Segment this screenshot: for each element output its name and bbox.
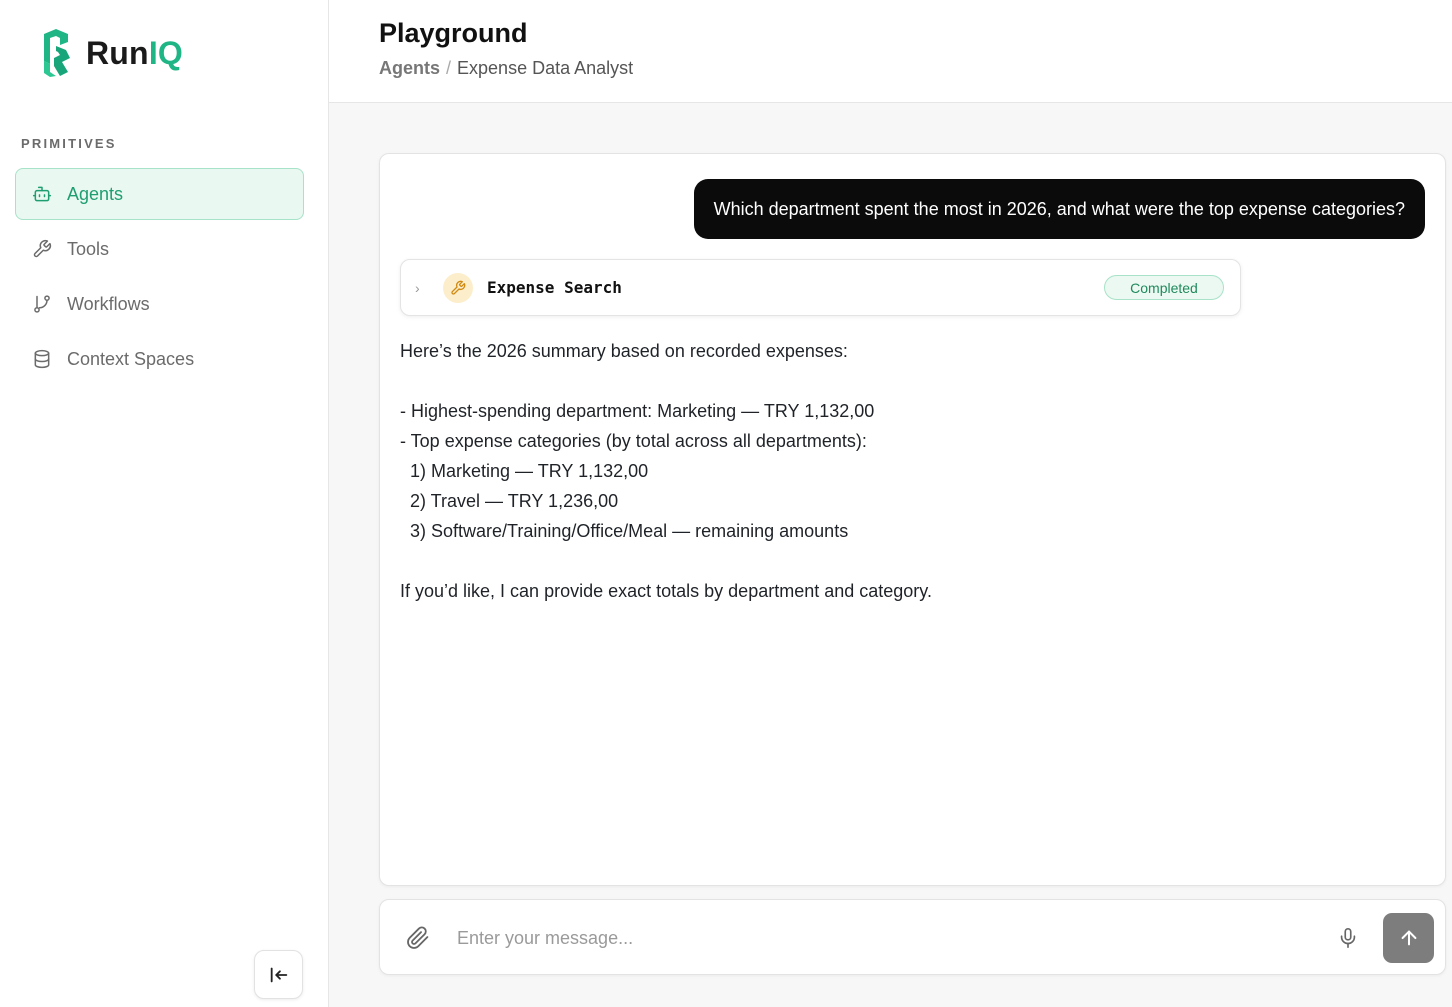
page-title: Playground	[379, 18, 528, 48]
paperclip-icon[interactable]	[406, 926, 430, 950]
assistant-line: 2) Travel — TRY 1,236,00	[400, 491, 619, 511]
chevron-right-icon[interactable]: ›	[415, 280, 429, 296]
message-input[interactable]	[457, 920, 1297, 956]
assistant-message: Here’s the 2026 summary based on recorde…	[400, 336, 1400, 606]
section-label-primitives: PRIMITIVES	[21, 136, 117, 151]
brand-logo[interactable]: RunIQ	[36, 28, 183, 78]
sidebar-item-label: Context Spaces	[67, 348, 195, 369]
collapse-left-icon	[270, 967, 287, 982]
sidebar: RunIQ PRIMITIVES Agents Tools Workflows …	[0, 0, 329, 1007]
assistant-line: Here’s the 2026 summary based on recorde…	[400, 341, 848, 361]
breadcrumb-current: Expense Data Analyst	[457, 58, 634, 78]
sidebar-item-tools[interactable]: Tools	[15, 223, 304, 275]
tool-name: Expense Search	[487, 278, 622, 297]
microphone-icon[interactable]	[1337, 926, 1359, 950]
message-composer	[379, 899, 1446, 975]
assistant-line: If you’d like, I can provide exact total…	[400, 581, 932, 601]
breadcrumb-agents-link[interactable]: Agents	[379, 58, 440, 78]
bot-icon	[32, 184, 52, 204]
sidebar-item-context-spaces[interactable]: Context Spaces	[15, 333, 304, 385]
assistant-line: 1) Marketing — TRY 1,132,00	[400, 461, 649, 481]
send-button[interactable]	[1383, 913, 1434, 963]
sidebar-item-label: Workflows	[67, 293, 150, 314]
chat-panel: Which department spent the most in 2026,…	[379, 153, 1446, 886]
git-branch-icon	[32, 294, 52, 314]
sidebar-item-workflows[interactable]: Workflows	[15, 278, 304, 330]
wrench-icon	[32, 239, 52, 259]
arrow-up-icon	[1401, 930, 1416, 946]
sidebar-item-label: Agents	[67, 183, 124, 204]
sidebar-nav: Agents Tools Workflows Context Spaces	[15, 168, 304, 388]
wrench-icon	[443, 272, 473, 303]
runiq-logo-icon	[44, 29, 70, 77]
status-badge: Completed	[1104, 275, 1224, 300]
sidebar-item-label: Tools	[67, 238, 110, 259]
breadcrumb: Agents / Expense Data Analyst	[379, 58, 633, 79]
sidebar-item-agents[interactable]: Agents	[15, 168, 304, 220]
assistant-line: - Highest-spending department: Marketing…	[400, 401, 875, 421]
assistant-line	[400, 366, 1400, 396]
assistant-line: 3) Software/Training/Office/Meal — remai…	[400, 521, 849, 541]
assistant-line: - Top expense categories (by total acros…	[400, 431, 867, 451]
database-icon	[32, 349, 52, 369]
breadcrumb-separator: /	[446, 58, 452, 78]
page-header: Playground Agents / Expense Data Analyst	[329, 0, 1452, 103]
user-message-bubble: Which department spent the most in 2026,…	[693, 179, 1425, 239]
brand-name: RunIQ	[86, 34, 183, 71]
collapse-sidebar-button[interactable]	[254, 950, 303, 999]
assistant-line	[400, 546, 1400, 576]
tool-call-card[interactable]: › Expense Search Completed	[400, 259, 1241, 316]
